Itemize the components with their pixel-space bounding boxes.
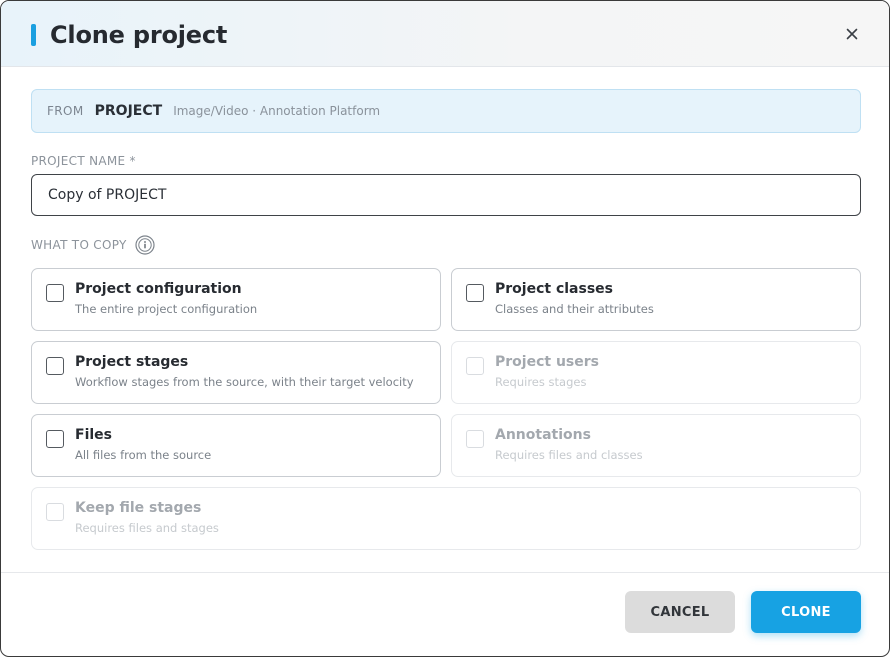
close-button[interactable] [841,23,863,45]
source-project-meta: Image/Video · Annotation Platform [173,104,381,118]
option-title: Files [75,427,112,443]
option-description: Requires files and classes [495,448,643,462]
close-icon [846,28,858,40]
clone-project-dialog: Clone project FROM PROJECT Image/Video ·… [0,0,890,657]
what-to-copy-header: WHAT TO COPY [31,235,155,255]
dialog-title: Clone project [50,21,228,49]
option-title: Project configuration [75,281,242,297]
option-description: Requires files and stages [75,521,219,535]
option-title: Project users [495,354,599,370]
from-label: FROM [47,104,84,118]
option-title: Project classes [495,281,613,297]
checkbox[interactable] [46,430,64,448]
checkbox[interactable] [46,357,64,375]
clone-button[interactable]: CLONE [751,591,861,633]
option-title: Annotations [495,427,591,443]
option-title: Keep file stages [75,500,202,516]
checkbox [46,503,64,521]
info-icon[interactable] [135,235,155,255]
project-name-input[interactable] [31,174,861,216]
source-project-name: PROJECT [94,103,163,119]
option-description: All files from the source [75,448,212,462]
dialog-header: Clone project [1,1,889,67]
option-title: Project stages [75,354,189,370]
copy-option-keep-file-stages: Keep file stages Requires files and stag… [31,487,861,550]
checkbox [466,430,484,448]
source-project-banner: FROM PROJECT Image/Video · Annotation Pl… [31,89,861,133]
project-name-label: PROJECT NAME * [31,154,136,168]
copy-option-project-users: Project users Requires stages [451,341,861,404]
option-description: Requires stages [495,375,587,389]
footer-divider [1,572,889,573]
cancel-button[interactable]: CANCEL [625,591,735,633]
copy-option-annotations: Annotations Requires files and classes [451,414,861,477]
copy-option-project-stages[interactable]: Project stages Workflow stages from the … [31,341,441,404]
checkbox[interactable] [466,284,484,302]
title-accent-bar [31,24,36,46]
copy-option-files[interactable]: Files All files from the source [31,414,441,477]
copy-option-project-classes[interactable]: Project classes Classes and their attrib… [451,268,861,331]
option-description: The entire project configuration [75,302,258,316]
what-to-copy-label: WHAT TO COPY [31,238,127,252]
copy-option-project-configuration[interactable]: Project configuration The entire project… [31,268,441,331]
checkbox [466,357,484,375]
checkbox[interactable] [46,284,64,302]
option-description: Workflow stages from the source, with th… [75,375,414,389]
option-description: Classes and their attributes [495,302,654,316]
